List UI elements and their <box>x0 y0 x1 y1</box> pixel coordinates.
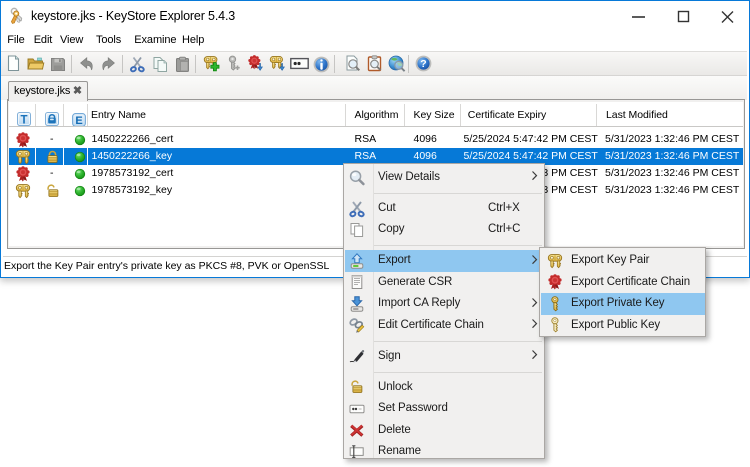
svg-text:T: T <box>20 114 27 126</box>
svg-text:?: ? <box>420 58 426 70</box>
